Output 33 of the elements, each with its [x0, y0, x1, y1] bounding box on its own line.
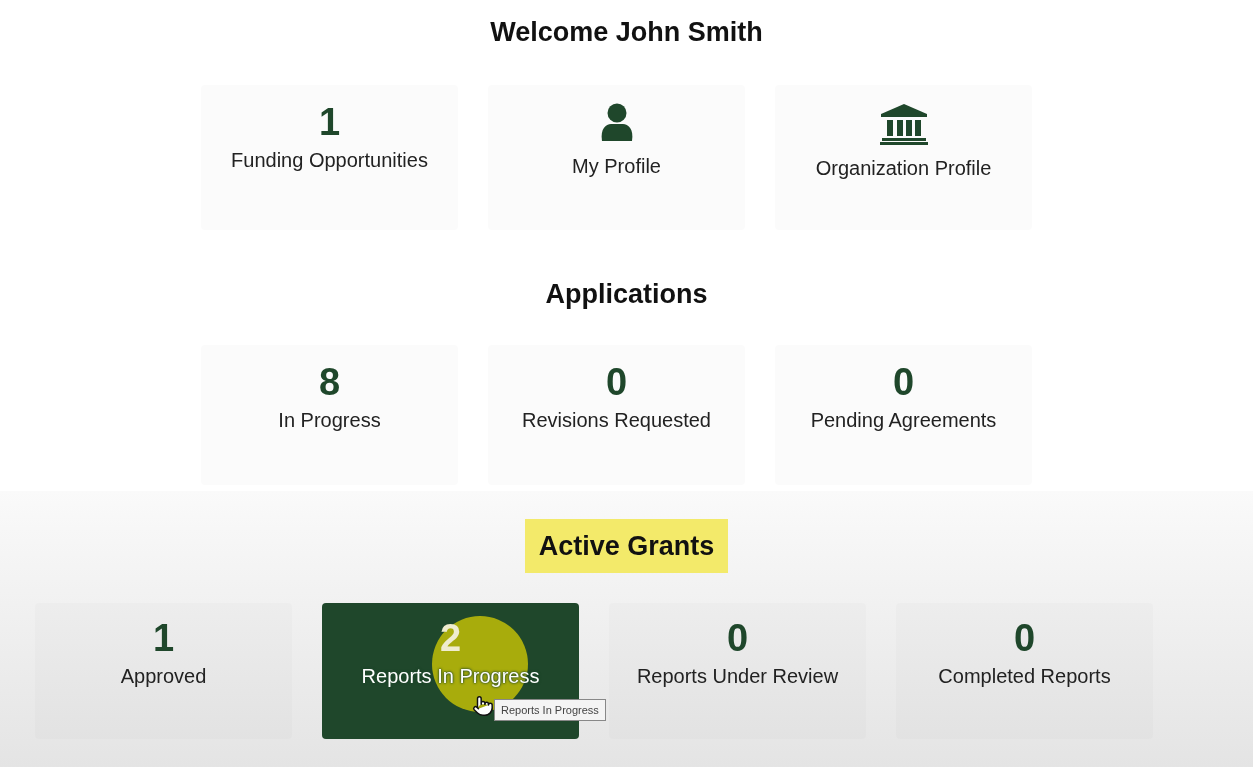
count-number: 1 — [152, 617, 175, 659]
dashboard-card[interactable]: 8 In Progress — [201, 345, 458, 485]
dashboard-card[interactable]: 0 Revisions Requested — [488, 345, 745, 485]
dashboard-card[interactable]: 1 Funding Opportunities — [201, 85, 458, 230]
card-label: My Profile — [572, 154, 661, 179]
card-label: Revisions Requested — [522, 408, 711, 433]
card-label: Reports Under Review — [636, 664, 839, 689]
card-label: Completed Reports — [938, 664, 1111, 689]
card-label: In Progress — [278, 408, 381, 433]
hand-pointer-icon — [472, 695, 494, 717]
count-number: 0 — [1013, 617, 1036, 659]
dashboard-card[interactable]: My Profile — [488, 85, 745, 230]
count-number: 0 — [605, 361, 628, 403]
count-number: 0 — [892, 361, 915, 403]
section-heading: Active Grants — [524, 519, 729, 573]
building-icon — [878, 103, 929, 145]
count-number: 8 — [318, 361, 341, 403]
dashboard-card[interactable]: 0 Completed Reports — [896, 603, 1153, 739]
count-number: 2 — [439, 617, 462, 659]
welcome-heading: Welcome John Smith — [489, 16, 764, 49]
dashboard-card[interactable]: 0 Pending Agreements — [775, 345, 1032, 485]
tooltip: Reports In Progress — [494, 699, 606, 721]
card-label: Funding Opportunities — [231, 148, 428, 173]
count-number: 0 — [726, 617, 749, 659]
person-icon — [599, 103, 634, 143]
card-label: Approved — [120, 664, 207, 689]
count-number: 1 — [318, 101, 341, 143]
card-label: Pending Agreements — [810, 408, 997, 433]
card-label: Organization Profile — [815, 156, 992, 181]
dashboard-card[interactable]: 1 Approved — [35, 603, 292, 739]
dashboard-card[interactable]: Organization Profile — [775, 85, 1032, 230]
section-heading: Applications — [544, 278, 709, 311]
dashboard-card[interactable]: 0 Reports Under Review — [609, 603, 866, 739]
